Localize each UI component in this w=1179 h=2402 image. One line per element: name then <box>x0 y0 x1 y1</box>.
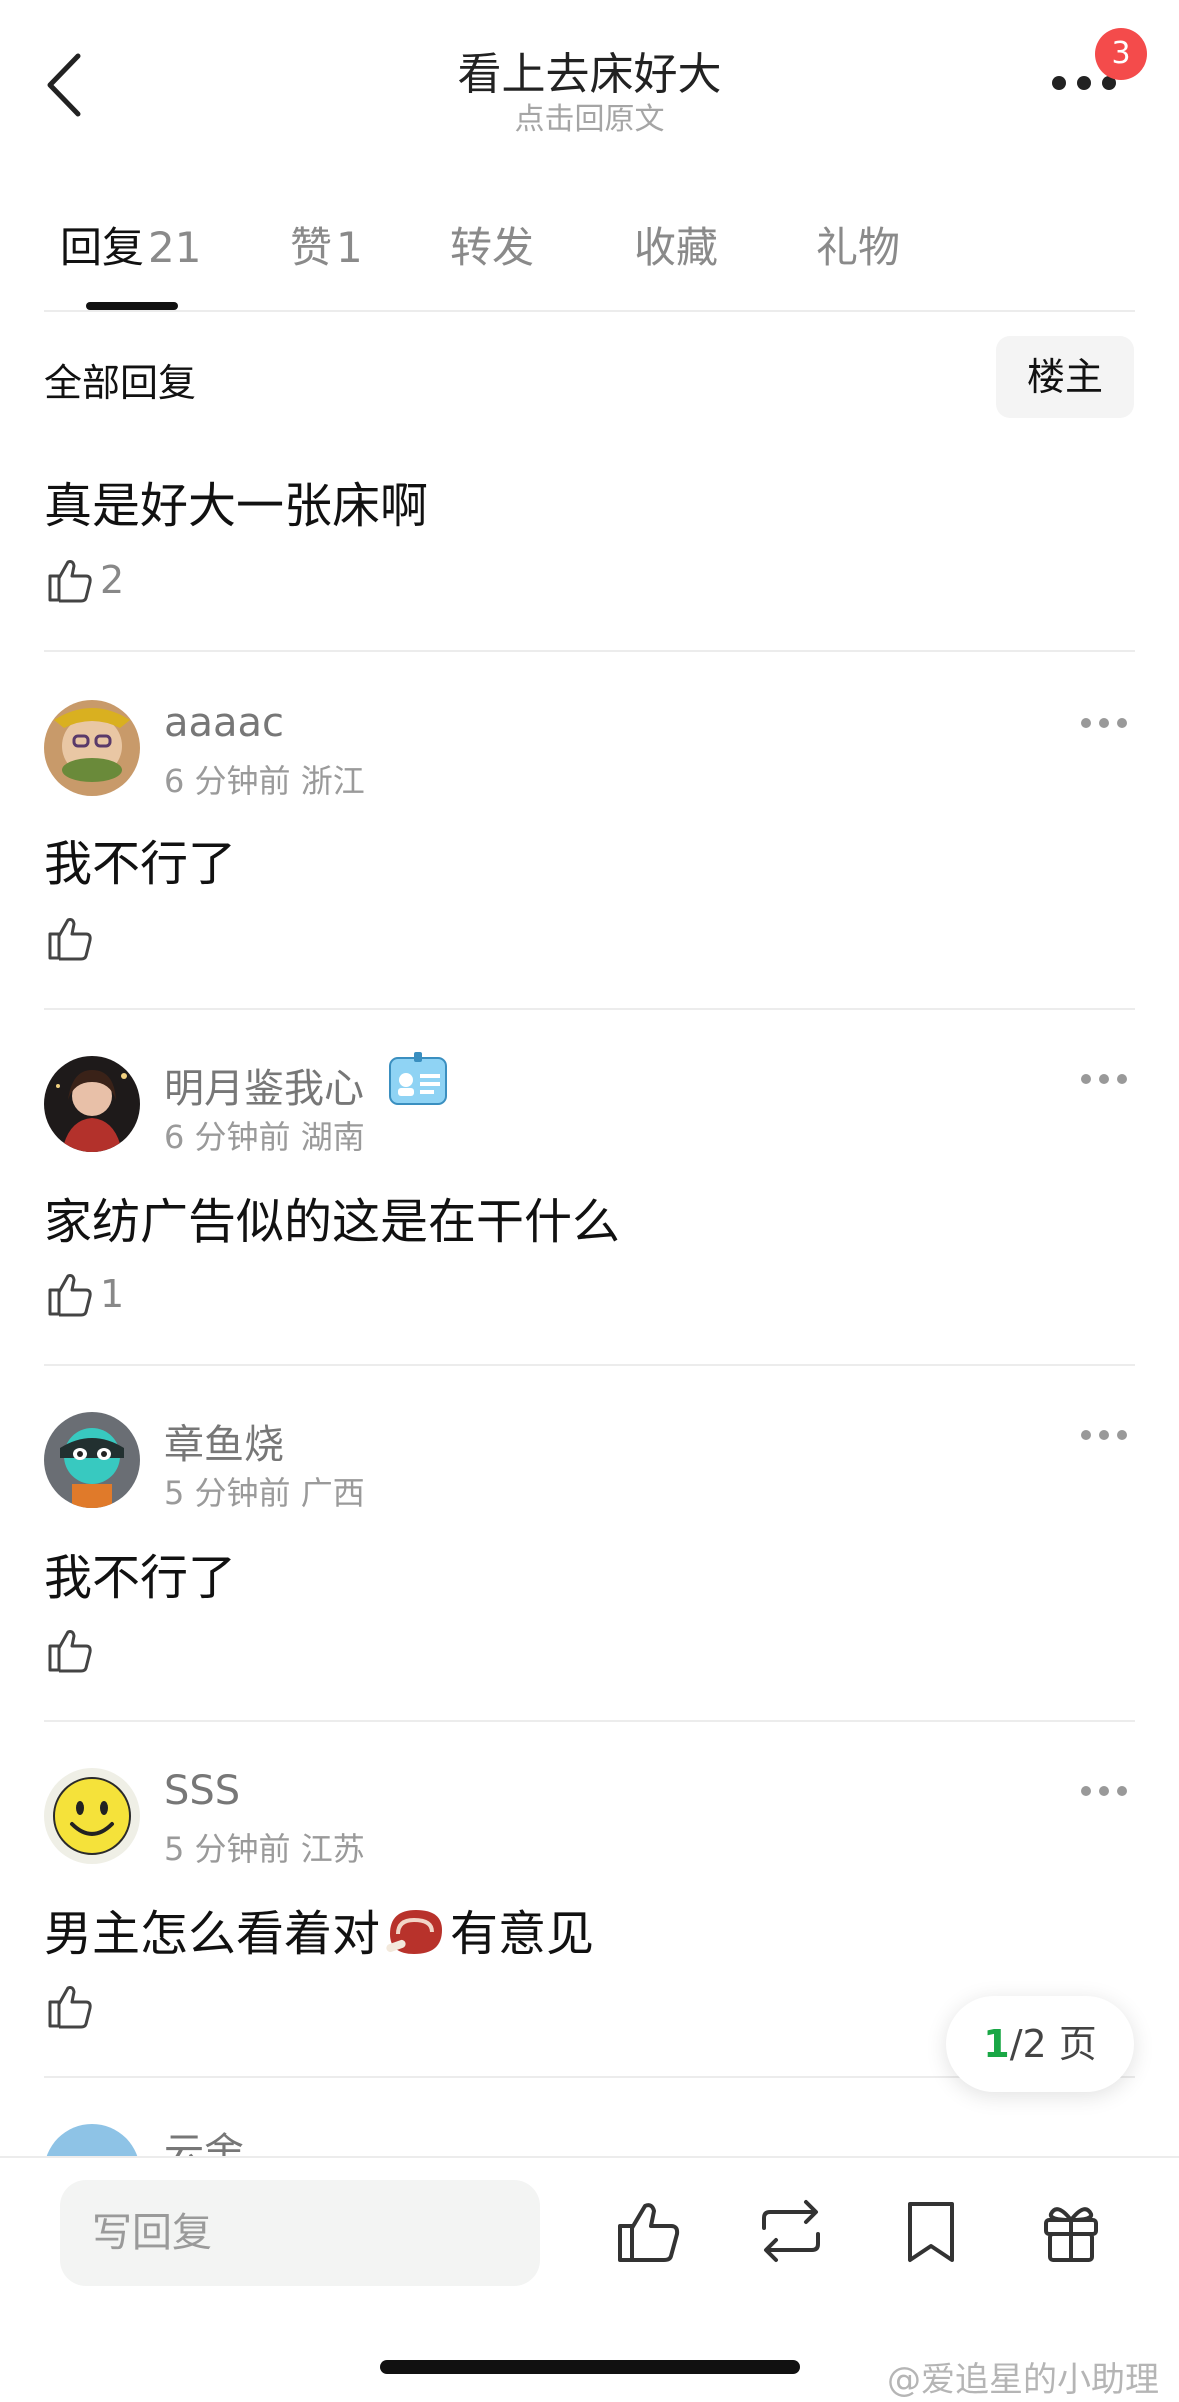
tab-label: 收藏 <box>634 223 719 272</box>
post-title[interactable]: 看上去床好大 <box>0 38 1179 102</box>
watermark: @爱追星的小助理 <box>887 2360 1159 2400</box>
pinned-comment-text: 真是好大一张床啊 <box>44 478 429 534</box>
tab-label: 转发 <box>450 223 535 272</box>
avatar[interactable] <box>44 1412 140 1508</box>
comment-location: 湖南 <box>300 1118 365 1156</box>
notification-badge: 3 <box>1095 28 1147 80</box>
avatar[interactable] <box>44 700 140 796</box>
tab-gifts[interactable]: 礼物 <box>816 214 900 275</box>
divider <box>44 310 1135 312</box>
comment-time: 6 分钟前 <box>164 762 291 800</box>
current-page: 1 <box>983 2022 1010 2066</box>
gift-icon[interactable] <box>1036 2196 1106 2266</box>
comment-more-icon[interactable] <box>1079 716 1129 730</box>
op-filter-button[interactable]: 楼主 <box>996 336 1134 418</box>
divider <box>44 650 1135 652</box>
repost-icon[interactable] <box>756 2196 826 2266</box>
thumbs-up-icon[interactable] <box>46 1626 94 1674</box>
like-count: 2 <box>100 558 125 602</box>
tab-favorites[interactable]: 收藏 <box>634 214 718 275</box>
tab-count: 1 <box>336 223 363 272</box>
comment-text-part: 男主怎么看着对 <box>44 1906 381 1962</box>
home-indicator <box>380 2360 800 2374</box>
comment-meta: 6 分钟前 湖南 <box>164 1112 365 1158</box>
username[interactable]: aaaac <box>164 700 284 746</box>
comment-location: 广西 <box>300 1474 365 1512</box>
divider <box>44 1364 1135 1366</box>
tab-replies[interactable]: 回复21 <box>60 214 201 275</box>
tab-label: 回复 <box>60 223 145 272</box>
divider <box>44 1720 1135 1722</box>
comment-location: 江苏 <box>300 1830 365 1868</box>
comment-more-icon[interactable] <box>1079 1072 1129 1086</box>
comment-text: 男主怎么看着对 有意见 <box>44 1894 594 1964</box>
tab-count: 21 <box>148 223 202 272</box>
steak-emoji-icon <box>386 1910 443 1954</box>
active-tab-indicator <box>86 302 178 310</box>
comment-meta: 5 分钟前 广西 <box>164 1468 365 1514</box>
username[interactable]: 明月鉴我心 <box>164 1056 364 1114</box>
tab-label: 赞 <box>290 223 333 272</box>
comment-text: 我不行了 <box>44 836 237 892</box>
comment-location: 浙江 <box>300 762 365 800</box>
comment-time: 6 分钟前 <box>164 1118 291 1156</box>
comment-time: 5 分钟前 <box>164 1474 291 1512</box>
page-indicator[interactable]: 1/2 页 <box>946 1996 1134 2092</box>
total-pages: /2 页 <box>1009 2022 1097 2066</box>
thumbs-up-icon[interactable] <box>46 1982 94 2030</box>
avatar[interactable] <box>44 1056 140 1152</box>
comment-meta: 5 分钟前 江苏 <box>164 1824 365 1870</box>
tab-reposts[interactable]: 转发 <box>450 214 534 275</box>
back-to-post-link[interactable]: 点击回原文 <box>0 94 1179 138</box>
comment-time: 5 分钟前 <box>164 1830 291 1868</box>
all-replies-label[interactable]: 全部回复 <box>44 352 196 407</box>
thumbs-up-icon[interactable] <box>46 556 94 604</box>
comment-more-icon[interactable] <box>1079 1784 1129 1798</box>
badge-icon <box>389 1052 447 1105</box>
tab-label: 礼物 <box>816 223 901 272</box>
username[interactable]: 章鱼烧 <box>164 1412 284 1470</box>
comment-text: 家纺广告似的这是在干什么 <box>44 1194 621 1250</box>
username[interactable]: SSS <box>164 1768 240 1814</box>
avatar[interactable] <box>44 1768 140 1864</box>
tab-likes[interactable]: 赞1 <box>290 214 363 275</box>
comment-text-part: 有意见 <box>450 1906 595 1962</box>
thumbs-up-icon[interactable] <box>46 1270 94 1318</box>
divider <box>44 1008 1135 1010</box>
comment-text: 我不行了 <box>44 1550 237 1606</box>
thumbs-up-icon[interactable] <box>614 2196 684 2266</box>
reply-input[interactable]: 写回复 <box>60 2180 540 2286</box>
thumbs-up-icon[interactable] <box>46 914 94 962</box>
comment-meta: 6 分钟前 浙江 <box>164 756 365 802</box>
comment-more-icon[interactable] <box>1079 1428 1129 1442</box>
bookmark-icon[interactable] <box>896 2196 966 2266</box>
like-count: 1 <box>100 1272 125 1316</box>
